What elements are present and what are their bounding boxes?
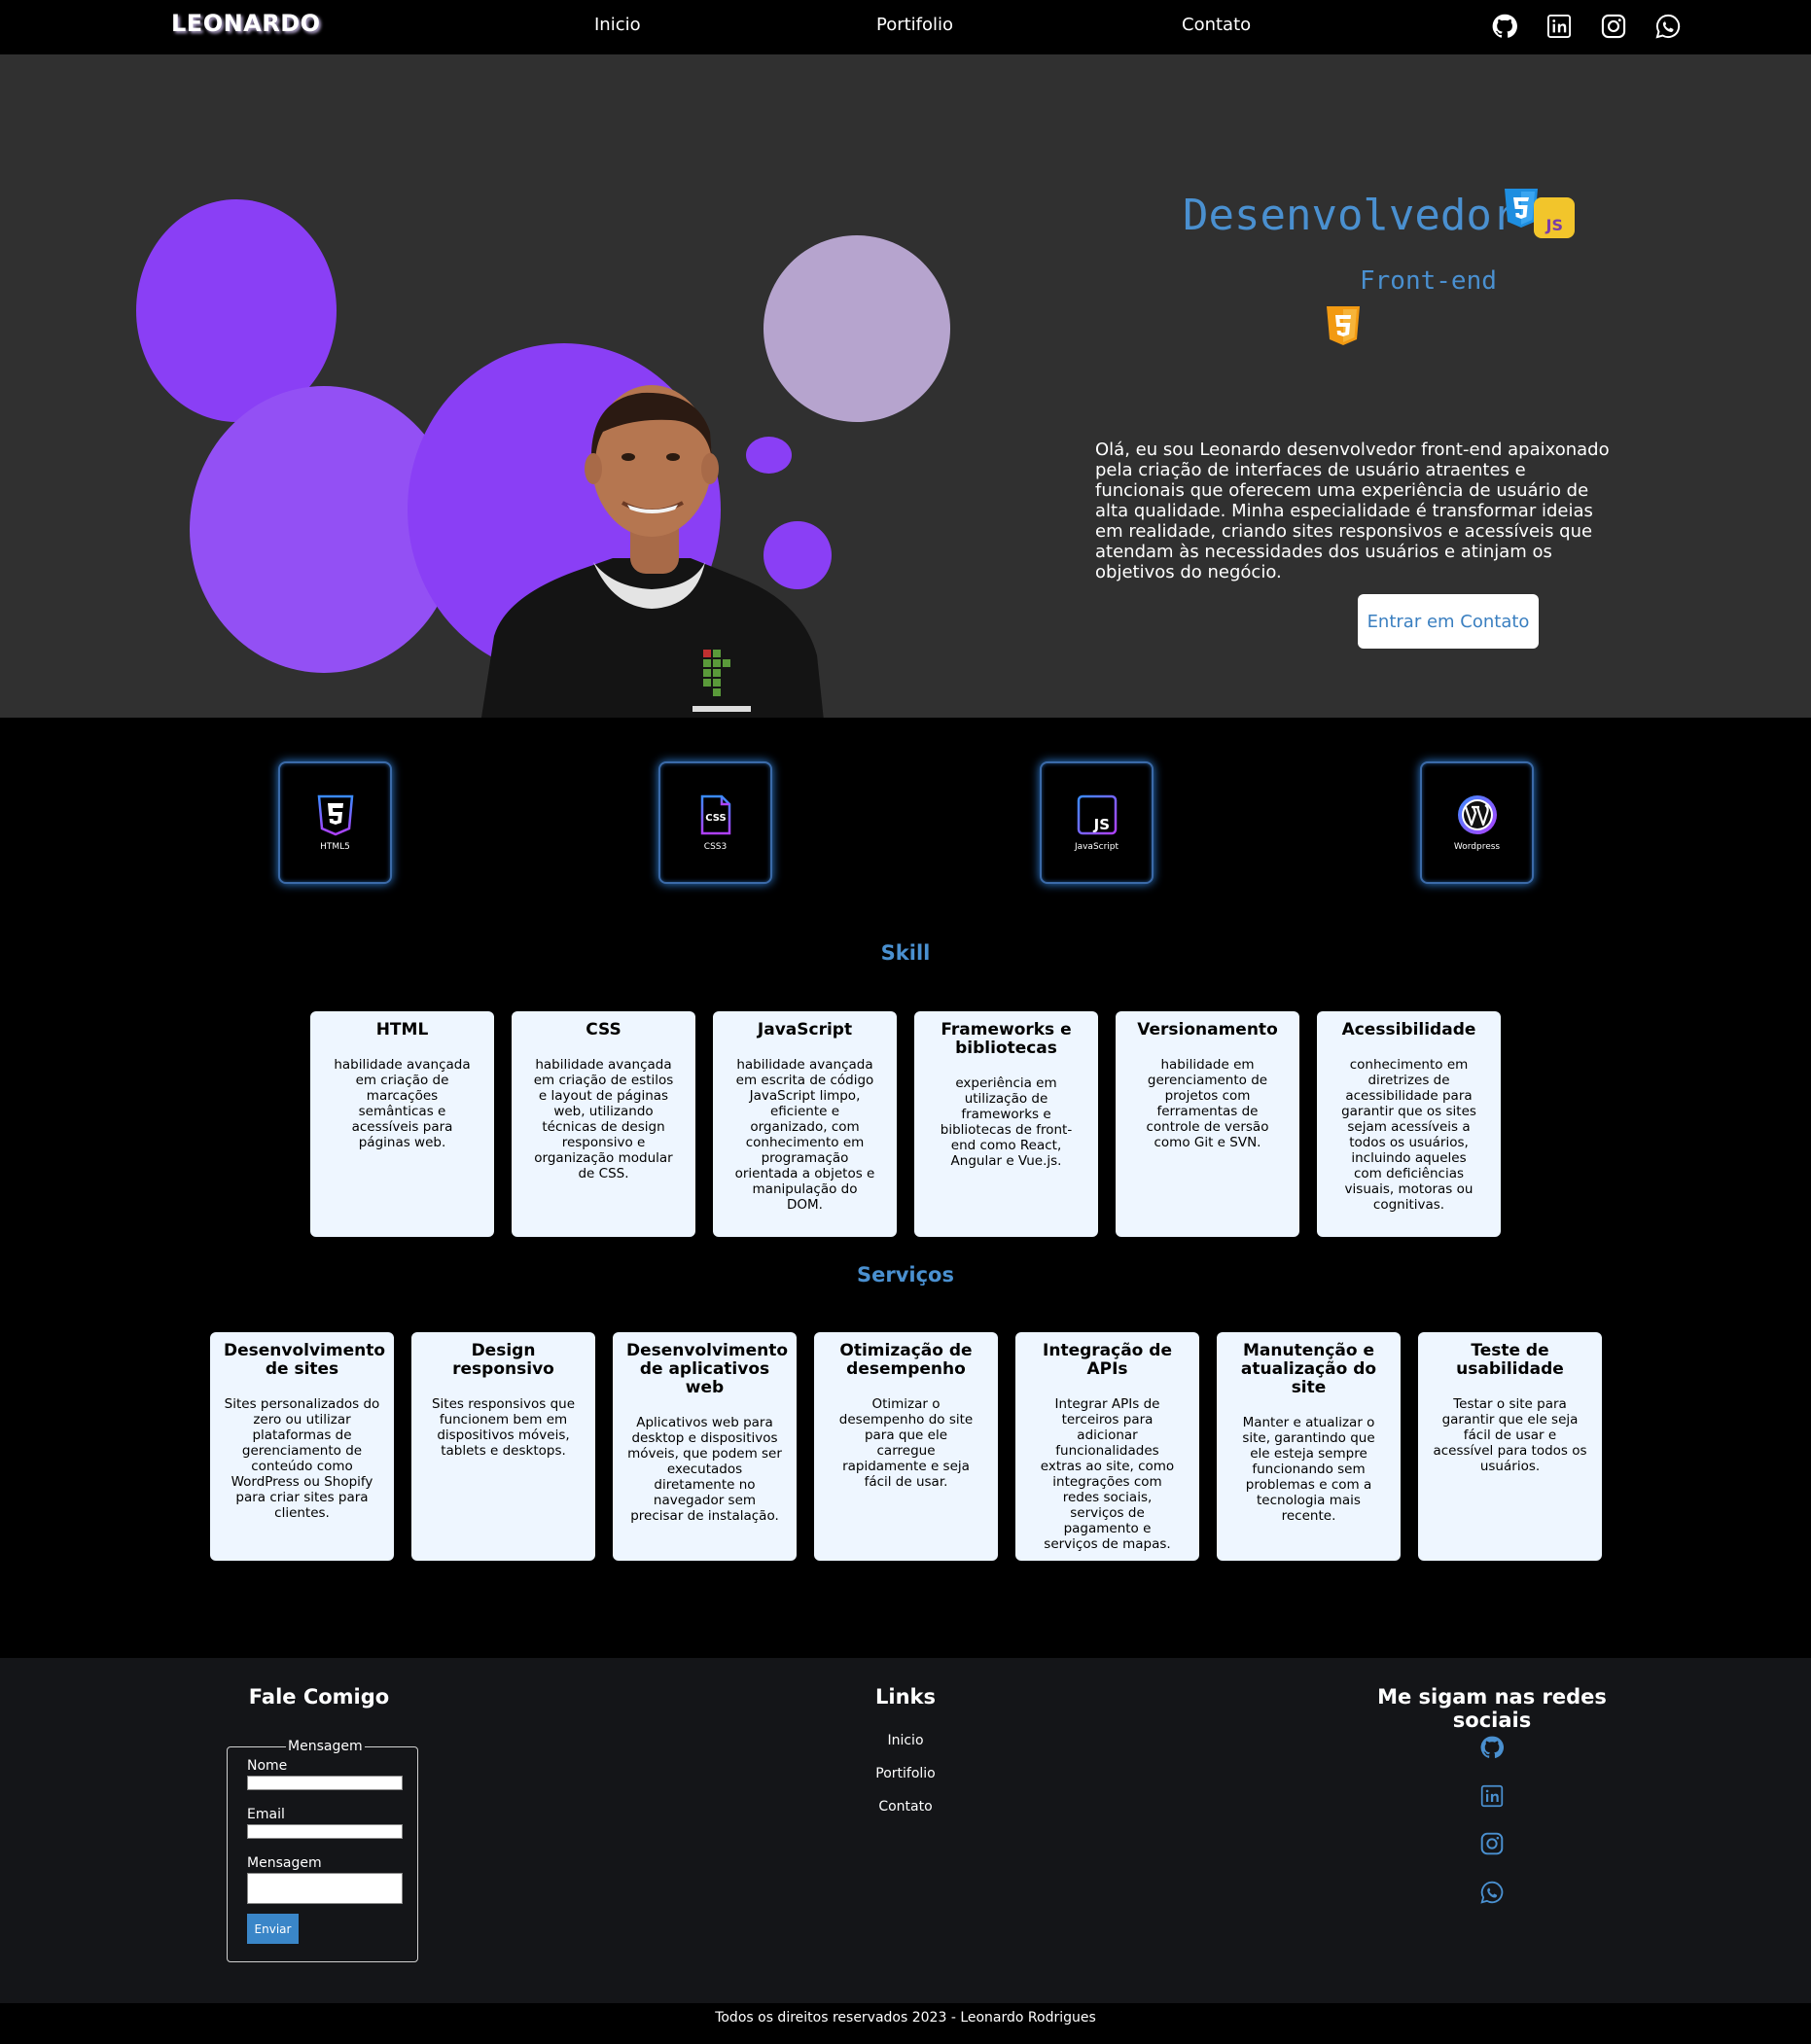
- card-title: Frameworks e bibliotecas: [941, 1020, 1072, 1058]
- services-section-title: Serviços: [857, 1263, 954, 1286]
- svg-text:JS: JS: [1545, 216, 1563, 234]
- hero-intro-text: Olá, eu sou Leonardo desenvolvedor front…: [1095, 440, 1610, 582]
- card-text: conhecimento em diretrizes de acessibili…: [1341, 1057, 1476, 1213]
- logo[interactable]: LEONARDO: [171, 10, 321, 37]
- hero-title: Desenvolvedor: [1183, 191, 1518, 240]
- card-title: Integração de APIs: [1043, 1341, 1172, 1379]
- skill-card: JavaScript habilidade avançada em escrita…: [713, 1011, 897, 1237]
- service-card: Otimização de desempenho Otimizar o desem…: [814, 1332, 998, 1561]
- footer: Fale Comigo Mensagem Nome Email Mensagem…: [0, 1658, 1811, 2003]
- html5-badge-icon: [1327, 306, 1360, 345]
- instagram-icon[interactable]: [1478, 1830, 1506, 1857]
- github-icon[interactable]: [1490, 12, 1519, 41]
- linkedin-icon[interactable]: [1545, 12, 1574, 41]
- tech-label: CSS3: [703, 842, 728, 852]
- tech-label: Wordpress: [1453, 842, 1501, 852]
- hero-subtitle: Front-end: [1360, 266, 1497, 296]
- svg-text:JS: JS: [1092, 816, 1109, 833]
- tech-card-javascript: JS JavaScript: [1040, 761, 1154, 884]
- message-textarea[interactable]: [247, 1873, 403, 1904]
- tech-card-css3: CSS CSS3: [658, 761, 772, 884]
- profile-photo: [480, 385, 824, 718]
- tech-label: HTML5: [320, 842, 350, 852]
- service-card: Manutenção e atualização do site Manter e…: [1217, 1332, 1401, 1561]
- linkedin-icon[interactable]: [1478, 1782, 1506, 1810]
- card-title: Teste de usabilidade: [1456, 1341, 1564, 1379]
- skill-card: Acessibilidade conhecimento em diretrizes…: [1317, 1011, 1501, 1237]
- card-text: Sites responsivos que funcionem bem em d…: [431, 1396, 575, 1459]
- service-card: Desenvolvimento de sites Sites personaliz…: [210, 1332, 394, 1561]
- card-title: JavaScript: [757, 1020, 853, 1040]
- github-icon[interactable]: [1478, 1734, 1506, 1761]
- card-text: Aplicativos web para desktop e dispositi…: [627, 1415, 782, 1524]
- card-text: habilidade avançada em criação de estilo…: [533, 1057, 674, 1181]
- send-button[interactable]: Enviar: [247, 1914, 299, 1944]
- service-card: Desenvolvimento de aplicativos web Aplica…: [613, 1332, 797, 1561]
- service-card: Integração de APIs Integrar APIs de terce…: [1015, 1332, 1199, 1561]
- footer-link-portifolio[interactable]: Portifolio: [0, 1766, 1811, 1781]
- card-text: habilidade avançada em criação de marcaç…: [334, 1057, 471, 1150]
- nav-link-contato[interactable]: Contato: [1182, 15, 1251, 35]
- card-text: Manter e atualizar o site, garantindo qu…: [1242, 1415, 1375, 1524]
- card-title: Manutenção e atualização do site: [1240, 1341, 1377, 1397]
- service-card: Teste de usabilidade Testar o site para g…: [1418, 1332, 1602, 1561]
- service-card: Design responsivo Sites responsivos que f…: [411, 1332, 595, 1561]
- card-title: Design responsivo: [452, 1341, 554, 1379]
- tech-card-wordpress: Wordpress: [1420, 761, 1534, 884]
- card-text: habilidade avançada em escrita de código…: [734, 1057, 875, 1213]
- whatsapp-icon[interactable]: [1478, 1879, 1506, 1906]
- javascript-icon: JS: [1077, 794, 1117, 835]
- skill-card: HTML habilidade avançada em criação de ma…: [310, 1011, 494, 1237]
- skill-card: Versionamento habilidade em gerenciamento…: [1116, 1011, 1299, 1237]
- email-input[interactable]: [247, 1824, 403, 1839]
- hero-section: Desenvolvedor JS Front-end Olá, eu sou L…: [0, 54, 1811, 718]
- skill-section-title: Skill: [880, 941, 931, 965]
- card-text: Sites personalizados do zero ou utilizar…: [224, 1396, 380, 1521]
- social-title: Me sigam nas redes sociais: [1377, 1685, 1607, 1732]
- card-text: Otimizar o desempenho do site para que e…: [838, 1396, 974, 1490]
- card-title: CSS: [586, 1020, 621, 1040]
- card-title: Versionamento: [1137, 1020, 1278, 1040]
- card-title: HTML: [375, 1020, 429, 1040]
- footer-link-contato[interactable]: Contato: [0, 1799, 1811, 1815]
- card-title: Otimização de desempenho: [839, 1341, 973, 1379]
- card-title: Desenvolvimento de sites: [224, 1341, 386, 1379]
- card-text: habilidade em gerenciamento de projetos …: [1146, 1057, 1269, 1150]
- tech-label: JavaScript: [1074, 842, 1119, 852]
- card-text: experiência em utilização de frameworks …: [940, 1075, 1073, 1169]
- svg-text:CSS: CSS: [705, 813, 726, 824]
- card-text: Testar o site para garantir que ele seja…: [1433, 1396, 1587, 1474]
- html5-icon: [317, 794, 353, 836]
- wordpress-icon: [1457, 795, 1497, 834]
- skill-card: Frameworks e bibliotecas experiência em u…: [914, 1011, 1098, 1237]
- tech-card-html5: HTML5: [278, 761, 392, 884]
- card-title: Desenvolvimento de aplicativos web: [626, 1341, 789, 1397]
- css3-icon: CSS: [700, 794, 730, 835]
- instagram-icon[interactable]: [1599, 12, 1628, 41]
- nav-link-portifolio[interactable]: Portifolio: [876, 15, 953, 35]
- skill-card: CSS habilidade avançada em criação de est…: [512, 1011, 695, 1237]
- card-title: Acessibilidade: [1341, 1020, 1476, 1040]
- contact-button[interactable]: Entrar em Contato: [1358, 594, 1539, 649]
- js-badge-icon: JS: [1534, 197, 1575, 238]
- card-text: Integrar APIs de terceiros para adiciona…: [1040, 1396, 1175, 1552]
- nav-link-inicio[interactable]: Inicio: [594, 15, 641, 35]
- copyright-text: Todos os direitos reservados 2023 - Leon…: [0, 2003, 1811, 2044]
- top-navbar: LEONARDO Inicio Portifolio Contato: [0, 0, 1811, 54]
- whatsapp-icon[interactable]: [1653, 12, 1683, 41]
- footer-link-inicio[interactable]: Inicio: [0, 1733, 1811, 1748]
- message-label: Mensagem: [247, 1855, 322, 1871]
